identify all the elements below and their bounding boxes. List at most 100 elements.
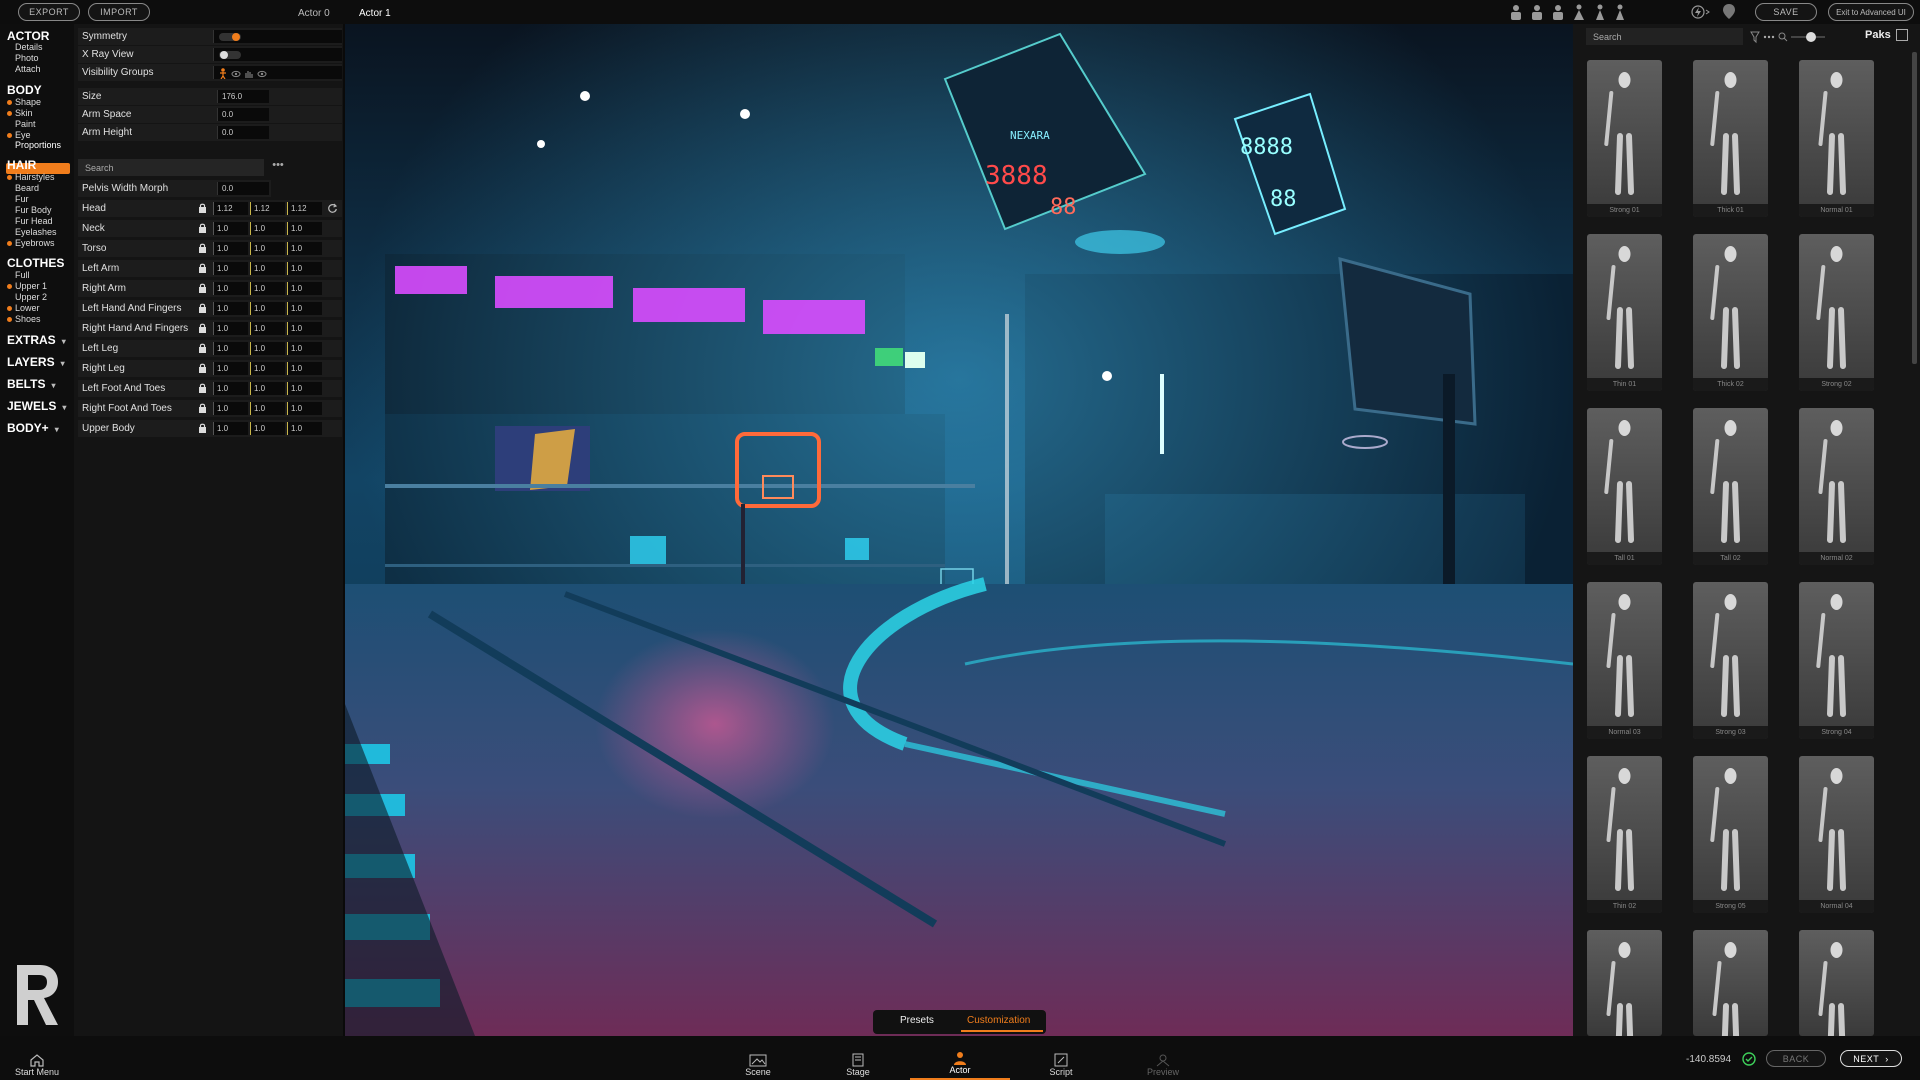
preset-card[interactable]: Normal 01 <box>1799 60 1874 217</box>
scale-x-input[interactable]: 1.0 <box>213 262 248 275</box>
preset-scrollbar[interactable] <box>1912 52 1917 364</box>
preset-card[interactable]: Thin 01 <box>1587 234 1662 391</box>
lock-icon[interactable] <box>198 323 207 333</box>
scale-y-input[interactable]: 1.0 <box>250 422 285 435</box>
scale-z-input[interactable]: 1.0 <box>287 262 322 275</box>
scale-z-input[interactable]: 1.0 <box>287 382 322 395</box>
scale-z-input[interactable]: 1.0 <box>287 302 322 315</box>
lock-icon[interactable] <box>198 223 207 233</box>
nav-item-photo[interactable]: Photo <box>15 53 39 64</box>
scale-y-input[interactable]: 1.0 <box>250 222 285 235</box>
scale-y-input[interactable]: 1.0 <box>250 282 285 295</box>
lock-icon[interactable] <box>198 423 207 433</box>
scale-y-input[interactable]: 1.0 <box>250 302 285 315</box>
nav-scene-button[interactable]: Scene <box>708 1036 808 1080</box>
nav-item-skin[interactable]: Skin <box>7 108 33 119</box>
exit-advanced-ui-button[interactable]: Exit to Advanced UI <box>1828 3 1914 21</box>
scale-z-input[interactable]: 1.0 <box>287 322 322 335</box>
more-options-icon[interactable]: ••• <box>267 159 289 176</box>
scale-z-input[interactable]: 1.12 <box>287 202 322 215</box>
nav-item-paint[interactable]: Paint <box>15 119 36 130</box>
lock-icon[interactable] <box>198 243 207 253</box>
paks-label[interactable]: Paks <box>1865 29 1891 41</box>
tab-presets[interactable]: Presets <box>900 1015 934 1026</box>
scale-y-input[interactable]: 1.0 <box>250 362 285 375</box>
scale-z-input[interactable]: 1.0 <box>287 242 322 255</box>
nav-section-jewels[interactable]: JEWELS ▾ <box>7 399 66 413</box>
preset-card[interactable] <box>1587 930 1662 1036</box>
scale-x-input[interactable]: 1.0 <box>213 282 248 295</box>
arm-space-input[interactable]: 0.0 <box>217 108 269 121</box>
eye-icon[interactable] <box>231 70 241 78</box>
preset-card[interactable]: Strong 03 <box>1693 582 1768 739</box>
lock-icon[interactable] <box>198 403 207 413</box>
nav-item-upper-2[interactable]: Upper 2 <box>15 292 47 303</box>
preset-search-input[interactable]: Search <box>1586 28 1743 45</box>
nav-item-upper-1[interactable]: Upper 1 <box>6 281 47 292</box>
lock-icon[interactable] <box>198 343 207 353</box>
nav-item-full[interactable]: Full <box>15 270 30 281</box>
nav-item-shape[interactable]: Shape <box>6 97 41 108</box>
preset-card[interactable] <box>1799 930 1874 1036</box>
nav-section-clothes[interactable]: CLOTHES <box>7 256 64 270</box>
preset-card[interactable]: Normal 02 <box>1799 408 1874 565</box>
zoom-slider-handle[interactable] <box>1806 32 1816 42</box>
pelvis-input[interactable]: 0.0 <box>217 182 269 195</box>
scale-z-input[interactable]: 1.0 <box>287 422 322 435</box>
nav-item-details[interactable]: Details <box>15 42 43 53</box>
preset-card[interactable]: Strong 04 <box>1799 582 1874 739</box>
preset-card[interactable]: Thick 01 <box>1693 60 1768 217</box>
more-options-icon[interactable] <box>1763 35 1775 39</box>
scale-y-input[interactable]: 1.0 <box>250 262 285 275</box>
nav-section-actor[interactable]: ACTOR <box>7 29 49 43</box>
scene-viewport[interactable]: 3888 NEXARA 88 8888 88 <box>345 24 1573 1036</box>
scale-x-input[interactable]: 1.0 <box>213 382 248 395</box>
filter-icon[interactable] <box>1750 31 1760 44</box>
lock-icon[interactable] <box>198 283 207 293</box>
nav-stage-button[interactable]: Stage <box>808 1036 908 1080</box>
save-button[interactable]: SAVE <box>1755 3 1817 21</box>
preset-card[interactable]: Strong 01 <box>1587 60 1662 217</box>
scale-y-input[interactable]: 1.0 <box>250 382 285 395</box>
scale-y-input[interactable]: 1.12 <box>250 202 285 215</box>
nav-section-layers[interactable]: LAYERS ▾ <box>7 355 65 369</box>
preset-card[interactable]: Strong 05 <box>1693 756 1768 913</box>
preset-card[interactable]: Thin 02 <box>1587 756 1662 913</box>
back-button[interactable]: BACK <box>1766 1050 1826 1067</box>
nav-section-body[interactable]: BODY <box>7 83 42 97</box>
preset-card[interactable]: Normal 03 <box>1587 582 1662 739</box>
scale-x-input[interactable]: 1.0 <box>213 342 248 355</box>
nav-item-fur-head[interactable]: Fur Head <box>15 216 53 227</box>
preset-card[interactable]: Tall 02 <box>1693 408 1768 565</box>
nav-item-attach[interactable]: Attach <box>15 64 41 75</box>
nav-item-fur[interactable]: Fur <box>15 194 29 205</box>
scale-y-input[interactable]: 1.0 <box>250 342 285 355</box>
figure-visibility-icon[interactable] <box>220 68 226 80</box>
nav-section-body-plus[interactable]: BODY+ ▾ <box>7 421 59 435</box>
nav-item-lower[interactable]: Lower <box>7 303 40 314</box>
scale-y-input[interactable]: 1.0 <box>250 402 285 415</box>
scale-x-input[interactable]: 1.0 <box>213 222 248 235</box>
scale-x-input[interactable]: 1.0 <box>213 402 248 415</box>
lock-icon[interactable] <box>198 203 207 213</box>
reset-icon[interactable] <box>327 203 338 214</box>
scale-z-input[interactable]: 1.0 <box>287 222 322 235</box>
lock-icon[interactable] <box>198 303 207 313</box>
nav-item-shoes[interactable]: Shoes <box>7 314 41 325</box>
arm-height-input[interactable]: 0.0 <box>217 126 269 139</box>
proportions-search-input[interactable]: Search <box>78 159 264 176</box>
scale-x-input[interactable]: 1.0 <box>213 422 248 435</box>
paks-toggle-icon[interactable] <box>1896 29 1908 41</box>
tab-actor-0[interactable]: Actor 0 <box>298 8 330 19</box>
nav-preview-button[interactable]: Preview <box>1113 1036 1213 1080</box>
nav-item-eyebrows[interactable]: Eyebrows <box>7 238 55 249</box>
hand-icon[interactable] <box>245 71 253 78</box>
preset-card[interactable]: Normal 04 <box>1799 756 1874 913</box>
nav-item-hairstyles[interactable]: Hairstyles <box>7 172 55 183</box>
nav-actor-button[interactable]: Actor <box>910 1036 1010 1080</box>
tab-actor-1[interactable]: Actor 1 <box>359 8 391 19</box>
preset-card[interactable]: Tall 01 <box>1587 408 1662 565</box>
export-button[interactable]: EXPORT <box>18 3 80 21</box>
lock-icon[interactable] <box>198 363 207 373</box>
nav-script-button[interactable]: Script <box>1011 1036 1111 1080</box>
